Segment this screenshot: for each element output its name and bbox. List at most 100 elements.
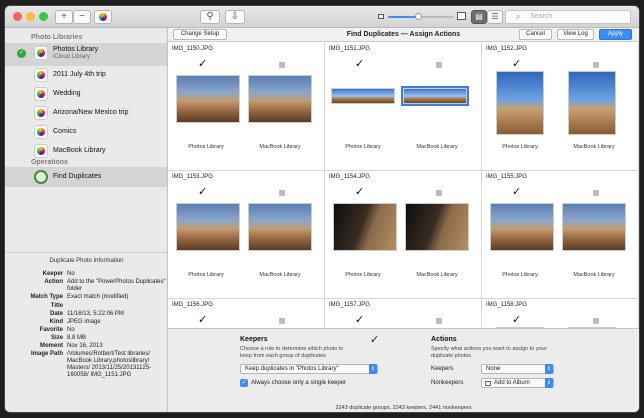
sidebar-item-find-duplicates[interactable]: Find Duplicates xyxy=(5,167,167,187)
keeper-photo-thumbnail[interactable] xyxy=(331,88,395,104)
actions-description: Specify what actions you want to assign … xyxy=(431,346,547,359)
library-icon xyxy=(34,68,48,82)
keeper-photo-thumbnail[interactable] xyxy=(176,75,240,123)
library-label: MacBook Library xyxy=(573,144,615,150)
info-key: Size xyxy=(50,335,63,341)
sidebar-item-sublabel: iCloud Library xyxy=(53,54,91,60)
close-window-button[interactable] xyxy=(13,12,22,21)
duplicate-photo-thumbnail[interactable] xyxy=(248,75,312,123)
add-button[interactable]: + xyxy=(55,10,73,24)
sidebar-item-label: Wedding xyxy=(53,90,81,97)
info-panel-title: Duplicate Photo Information xyxy=(49,258,124,264)
file-name: IMG_1157.JPG xyxy=(329,302,370,308)
minimize-window-button[interactable] xyxy=(26,12,35,21)
library-icon xyxy=(34,106,48,120)
sidebar-item-arizona-new-mexico-trip[interactable]: Arizona/New Mexico trip xyxy=(5,103,167,123)
app-window: + − ⚲ ⇩ ▤ ☰ Search ⌕ Photo Libraries ✓ P… xyxy=(5,6,639,412)
photos-app-button[interactable] xyxy=(94,10,112,24)
cancel-button[interactable]: Cancel xyxy=(519,29,552,40)
info-value: No xyxy=(67,327,75,333)
nonkeeper-marker-icon xyxy=(436,62,442,68)
keeper-photo-thumbnail[interactable] xyxy=(490,203,554,251)
file-name: IMG_1151.JPG xyxy=(329,46,370,52)
file-name: IMG_1156.JPG xyxy=(172,302,213,308)
list-icon: ☰ xyxy=(491,12,499,21)
actions-heading: Actions xyxy=(431,336,457,343)
library-label: Photos Library xyxy=(502,272,538,278)
keepers-description: Choose a rule to determine which photo t… xyxy=(240,346,344,359)
chevron-updown-icon: ⇕ xyxy=(369,364,377,374)
keeper-check-icon: ✓ xyxy=(198,58,208,70)
keeper-photo-thumbnail[interactable] xyxy=(176,203,240,251)
large-thumb-icon xyxy=(457,12,466,20)
zoom-slider[interactable] xyxy=(388,13,454,20)
duplicate-group[interactable]: IMG_1155.JPG ✓ Photos Library MacBook Libra… xyxy=(482,171,639,299)
library-icon xyxy=(34,125,48,139)
library-label: MacBook Library xyxy=(259,144,301,150)
duplicate-photo-thumbnail[interactable] xyxy=(568,71,616,135)
apply-button[interactable]: Apply xyxy=(599,29,632,40)
info-value: Exact match (modified) xyxy=(67,294,129,300)
duplicate-group[interactable]: IMG_1158.JPG✓Photos LibraryMacBook Libra… xyxy=(482,299,639,328)
library-label: Photos Library xyxy=(345,272,381,278)
info-key: Moment xyxy=(40,343,63,349)
single-keeper-checkbox[interactable]: ✓ xyxy=(240,379,248,387)
sidebar-item-comics[interactable]: Comics xyxy=(5,122,167,142)
library-label: Photos Library xyxy=(345,144,381,150)
zoom-slider-knob[interactable] xyxy=(414,13,422,20)
duplicate-grid: IMG_1150.JPG ✓ Photos Library MacBook Libra… xyxy=(168,43,639,328)
keeper-photo-thumbnail[interactable] xyxy=(496,71,544,135)
keeper-check-icon: ✓ xyxy=(355,186,365,198)
sidebar-item-wedding[interactable]: Wedding xyxy=(5,84,167,104)
duplicate-photo-thumbnail[interactable] xyxy=(248,203,312,251)
duplicate-photo-thumbnail[interactable] xyxy=(401,86,469,106)
library-label: MacBook Library xyxy=(416,272,458,278)
duplicate-group[interactable]: IMG_1152.JPG ✓ Photos Library MacBook Libra… xyxy=(482,43,639,171)
download-icon: ⇩ xyxy=(230,11,240,22)
grid-view-button[interactable]: ▤ xyxy=(471,10,487,24)
keeper-photo-thumbnail[interactable] xyxy=(333,203,397,251)
duplicate-group[interactable]: IMG_1157.JPG✓Photos LibraryMacBook Libra… xyxy=(325,299,482,328)
duplicate-group[interactable]: IMG_1154.JPG ✓ Photos Library MacBook Libra… xyxy=(325,171,482,299)
library-label: MacBook Library xyxy=(416,144,458,150)
sidebar-item-photos-library[interactable]: ✓ Photos Library iCloud Library xyxy=(5,43,167,66)
nonkeeper-marker-icon xyxy=(436,318,442,324)
file-name: IMG_1155.JPG xyxy=(486,174,527,180)
list-view-button[interactable]: ☰ xyxy=(487,10,503,24)
view-log-button[interactable]: View Log xyxy=(557,29,594,40)
info-value: /Volumes/Rotbert/Test libraries/ MacBook… xyxy=(67,351,152,378)
magnifier-icon xyxy=(34,170,48,184)
photos-icon xyxy=(99,13,107,21)
sidebar-item-label: Arizona/New Mexico trip xyxy=(53,109,129,116)
duplicate-group[interactable]: IMG_1156.JPG✓Photos LibraryMacBook Libra… xyxy=(168,299,325,328)
keeper-rule-select[interactable]: Keep duplicates in "Photos Library" ⇕ xyxy=(240,364,378,374)
keeper-check-icon: ✓ xyxy=(355,314,365,326)
grid-icon: ▤ xyxy=(475,12,483,21)
duplicate-group[interactable]: IMG_1150.JPG ✓ Photos Library MacBook Libra… xyxy=(168,43,325,171)
sidebar-item-2011-july-4th-trip[interactable]: 2011 July 4th trip xyxy=(5,65,167,85)
keepers-action-label: Keepers xyxy=(431,366,454,372)
info-key: Date xyxy=(49,311,63,317)
main-panel: Change Setup Find Duplicates — Assign Ac… xyxy=(168,28,639,412)
duplicate-photo-thumbnail[interactable] xyxy=(405,203,469,251)
duplicate-group[interactable]: IMG_1151.JPG ✓ Photos Library MacBook Libra… xyxy=(325,43,482,171)
info-key: Image Path xyxy=(30,351,63,357)
keepers-action-select[interactable]: None ⇕ xyxy=(481,364,554,374)
info-value: No xyxy=(67,271,75,277)
zoom-window-button[interactable] xyxy=(39,12,48,21)
find-duplicates-tool-button[interactable]: ⚲ xyxy=(200,10,220,24)
nonkeepers-action-label: Nonkeepers xyxy=(431,380,464,386)
search-input[interactable]: Search xyxy=(505,10,631,24)
nonkeepers-action-select[interactable]: Add to Album ⇕ xyxy=(481,378,554,388)
library-icon xyxy=(34,87,48,101)
duplicate-photo-thumbnail[interactable] xyxy=(562,203,626,251)
duplicate-group[interactable]: IMG_1153.JPG ✓ Photos Library MacBook Libra… xyxy=(168,171,325,299)
keeper-check-icon: ✓ xyxy=(512,314,522,326)
download-tool-button[interactable]: ⇩ xyxy=(225,10,245,24)
remove-button[interactable]: − xyxy=(73,10,91,24)
zoom-slider-fill xyxy=(388,16,418,18)
info-value: JPEG image xyxy=(67,319,101,325)
sidebar-item-macbook-library[interactable]: MacBook Library xyxy=(5,141,167,161)
search-icon: ⌕ xyxy=(516,12,521,21)
single-keeper-label: Always choose only a single keeper xyxy=(251,380,347,386)
